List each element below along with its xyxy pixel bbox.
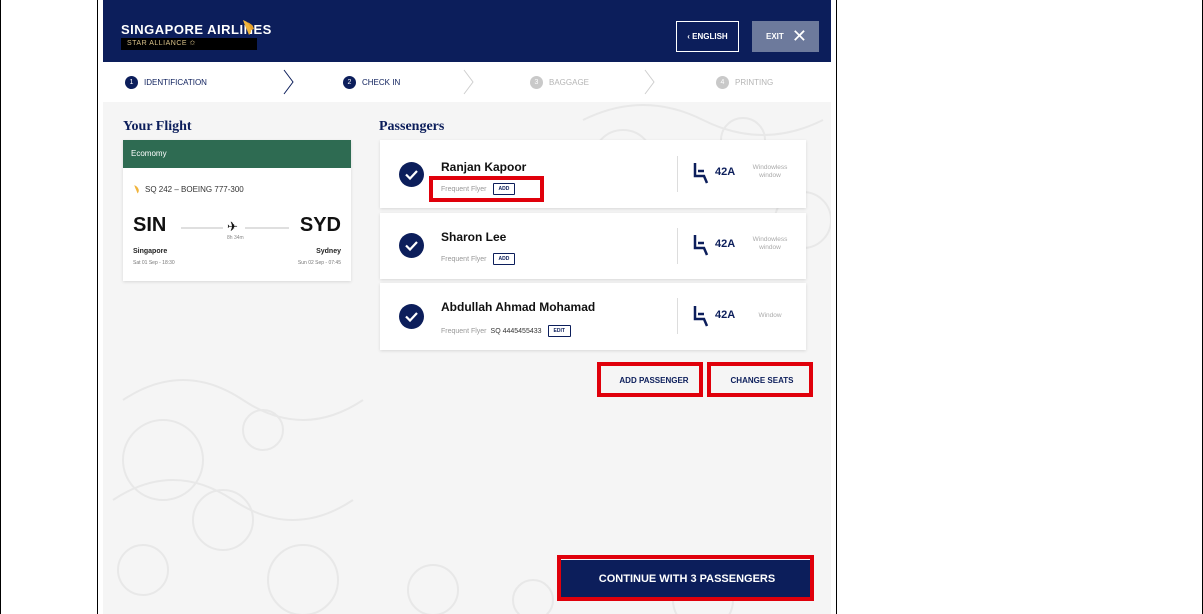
step-label: CHECK IN [362, 77, 401, 87]
seat-icon [693, 235, 709, 256]
seat-number: 42A [715, 166, 736, 178]
chevron-right-icon [283, 69, 294, 95]
step-number: 4 [716, 75, 729, 89]
step-label: PRINTING [735, 77, 774, 87]
cabin-class: Ecomomy [123, 140, 351, 168]
frequent-flyer-label: Frequent Flyer [441, 255, 487, 263]
seat-type: Windowless window [752, 236, 788, 251]
airline-bird-icon [134, 185, 139, 194]
seat-icon [693, 163, 709, 184]
star-alliance-badge: STAR ALLIANCE ✩ [121, 38, 257, 50]
flight-duration: 8h 34m [227, 235, 244, 241]
divider [677, 298, 678, 334]
seat-type: Window [758, 312, 782, 319]
your-flight-title: Your Flight [123, 119, 192, 134]
frequent-flyer-label: Frequent Flyer [441, 327, 487, 335]
checked-icon[interactable] [399, 162, 424, 187]
frame-border-inner-right [836, 0, 837, 614]
frequent-flyer-number: SQ 4445455433 [490, 327, 542, 335]
passenger-name: Abdullah Ahmad Mohamad [441, 300, 596, 314]
exit-label: EXIT [766, 32, 784, 41]
flight-number: SQ 242 – BOEING 777-300 [133, 184, 244, 194]
language-button[interactable]: ‹ ENGLISH [676, 21, 739, 52]
exit-button[interactable]: EXIT ✕ [752, 21, 819, 52]
flight-number-text: SQ 242 – BOEING 777-300 [145, 184, 244, 194]
seat-type: Windowless window [752, 164, 788, 179]
destination-code: SYD [299, 214, 341, 236]
edit-frequent-flyer-button[interactable]: EDIT [547, 325, 571, 337]
step-printing: 4 PRINTING [716, 74, 773, 90]
step-number: 2 [343, 75, 356, 89]
step-number: 3 [530, 75, 543, 89]
add-frequent-flyer-button[interactable]: ADD [492, 253, 516, 265]
close-icon: ✕ [791, 26, 807, 46]
passenger-card[interactable]: Abdullah Ahmad Mohamad Frequent Flyer SQ… [380, 283, 806, 350]
seat-number: 42A [715, 309, 736, 321]
step-number: 1 [125, 75, 138, 89]
destination-city: Sydney [316, 248, 341, 255]
airline-bird-icon [243, 20, 254, 35]
highlight-box [429, 176, 544, 202]
origin-datetime: Sat 01 Sep - 18:30 [133, 260, 175, 266]
passenger-card[interactable]: Sharon Lee Frequent Flyer ADD 42A Window… [380, 213, 806, 279]
passengers-title: Passengers [379, 119, 445, 134]
origin-code: SIN [133, 214, 167, 236]
checked-icon[interactable] [399, 304, 424, 329]
checked-icon[interactable] [399, 233, 424, 258]
step-label: IDENTIFICATION [144, 77, 207, 87]
checkin-app: SINGAPORE AIRLINES STAR ALLIANCE ✩ ‹ ENG… [103, 0, 831, 614]
highlight-box [557, 555, 814, 601]
frame-border-inner-left [97, 0, 98, 614]
divider [677, 156, 678, 192]
frequent-flyer: Frequent Flyer SQ 4445455433 EDIT [441, 325, 571, 337]
step-identification: 1 IDENTIFICATION [125, 74, 207, 90]
passenger-name: Ranjan Kapoor [441, 160, 527, 174]
divider [677, 228, 678, 264]
step-check-in: 2 CHECK IN [343, 74, 400, 90]
progress-steps: 1 IDENTIFICATION 2 CHECK IN 3 BAGGAGE 4 … [103, 62, 831, 102]
highlight-box [597, 362, 703, 397]
chevron-right-icon [463, 69, 474, 95]
step-baggage: 3 BAGGAGE [530, 74, 589, 90]
flight-card: Ecomomy SQ 242 – BOEING 777-300 SIN ✈ 8h… [123, 140, 351, 281]
frequent-flyer: Frequent Flyer ADD [441, 253, 516, 265]
step-label: BAGGAGE [549, 77, 590, 87]
app-header: SINGAPORE AIRLINES STAR ALLIANCE ✩ ‹ ENG… [103, 0, 831, 62]
origin-city: Singapore [133, 248, 168, 255]
highlight-box [707, 362, 813, 397]
frame-border-left [0, 0, 1, 614]
seat-icon [693, 306, 709, 327]
destination-datetime: Sun 02 Sep - 07:45 [297, 260, 341, 266]
passenger-name: Sharon Lee [441, 230, 507, 244]
chevron-right-icon [644, 69, 655, 95]
seat-number: 42A [715, 238, 736, 250]
airplane-icon: ✈ [227, 219, 238, 234]
